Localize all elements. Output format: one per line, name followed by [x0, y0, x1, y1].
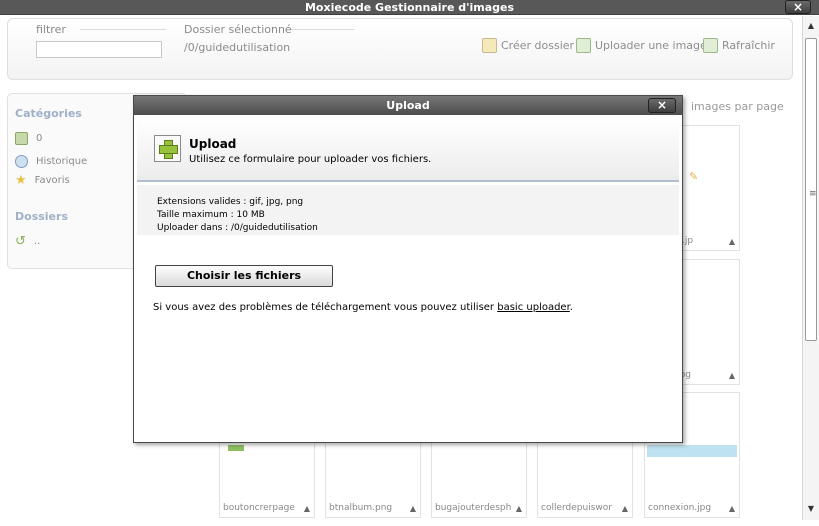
dialog-header-title: Upload	[189, 137, 237, 151]
categories-title: Catégories	[15, 107, 82, 120]
folder-item-parent[interactable]: ↺ ..	[15, 234, 40, 249]
upload-image-label: Uploader une image	[595, 39, 707, 52]
refresh-button[interactable]: Rafraîchir	[703, 38, 775, 53]
add-file-icon	[154, 135, 181, 162]
folder-label: Dossier sélectionné	[184, 23, 292, 36]
thumbnail-label: connexion.jpg	[648, 503, 712, 513]
history-icon	[15, 155, 28, 168]
thumbnail-menu-icon[interactable]: ▲	[516, 504, 522, 513]
problem-text: Si vous avez des problèmes de télécharge…	[153, 302, 573, 313]
thumbnail-menu-icon[interactable]: ▲	[729, 237, 735, 246]
edit-icon[interactable]: ✎	[689, 170, 698, 183]
thumbnail-menu-icon[interactable]: ▲	[729, 504, 735, 513]
thumbnail-image	[228, 445, 244, 451]
filter-label: filtrer	[36, 23, 66, 36]
problem-message: Si vous avez des problèmes de télécharge…	[153, 302, 495, 313]
folder-separator	[291, 29, 355, 30]
filter-separator	[80, 29, 166, 30]
folder-up-icon: ↺	[15, 234, 26, 249]
dialog-title: Upload	[386, 99, 430, 112]
window-title: Moxiecode Gestionnaire d'images	[304, 1, 515, 14]
window-close-button[interactable]: ×	[785, 0, 811, 14]
max-size: Taille maximum : 10 MB	[157, 210, 265, 220]
upload-image-button[interactable]: Uploader une image	[576, 38, 707, 53]
scroll-up-arrow-icon[interactable]: ▲	[803, 19, 819, 33]
vertical-scrollbar[interactable]: ▲ ≡ ▼	[802, 16, 819, 520]
dialog-close-button[interactable]: ×	[648, 98, 676, 113]
filter-input[interactable]	[36, 41, 162, 58]
scroll-down-arrow-icon[interactable]: ▼	[803, 502, 819, 516]
choose-files-button[interactable]: Choisir les fichiers	[155, 265, 333, 287]
upload-icon	[576, 38, 591, 53]
dialog-header-subtitle: Utilisez ce formulaire pour uploader vos…	[189, 154, 432, 165]
document-icon	[15, 132, 28, 145]
category-item-history[interactable]: Historique	[15, 155, 87, 168]
create-folder-label: Créer dossier	[501, 39, 575, 52]
thumbnail-label: collerdepuiswor	[541, 503, 612, 513]
refresh-icon	[703, 38, 718, 53]
problem-end: .	[569, 302, 573, 313]
basic-uploader-link[interactable]: basic uploader	[497, 302, 570, 313]
dialog-header: Upload Utilisez ce formulaire pour uploa…	[137, 118, 679, 182]
toolbar-panel: filtrer Dossier sélectionné /0/guideduti…	[7, 18, 793, 80]
folders-title: Dossiers	[15, 210, 68, 223]
category-label: Historique	[36, 156, 88, 167]
category-label: 0	[36, 133, 43, 144]
category-item-0[interactable]: 0	[15, 132, 42, 145]
star-icon: ★	[15, 173, 27, 188]
thumbnail-menu-icon[interactable]: ▲	[729, 371, 735, 380]
thumbnail-image	[647, 445, 737, 457]
thumbnail-menu-icon[interactable]: ▲	[304, 504, 310, 513]
window-titlebar: Moxiecode Gestionnaire d'images ×	[0, 0, 819, 15]
thumbnail-label: btnalbum.png	[329, 503, 393, 513]
folder-label: ..	[33, 236, 41, 247]
create-folder-button[interactable]: Créer dossier	[482, 38, 574, 53]
valid-extensions: Extensions valides : gif, jpg, png	[157, 197, 304, 207]
thumbnail-menu-icon[interactable]: ▲	[410, 504, 416, 513]
new-folder-icon	[482, 38, 497, 53]
thumbnail-menu-icon[interactable]: ▲	[622, 504, 628, 513]
thumbnail-label: boutoncrerpage	[223, 503, 295, 513]
upload-dialog: Upload × Upload Utilisez ce formulaire p…	[133, 95, 683, 443]
refresh-label: Rafraîchir	[722, 39, 775, 52]
upload-destination: Uploader dans : /0/guidedutilisation	[157, 223, 318, 233]
thumbnail-label: bugajouterdesph	[435, 503, 512, 513]
upload-info: Extensions valides : gif, jpg, png Taill…	[137, 185, 679, 235]
category-label: Favoris	[34, 175, 70, 186]
images-per-page-label: images par page	[691, 100, 784, 113]
grip-icon: ≡	[809, 189, 817, 199]
category-item-favorites[interactable]: ★ Favoris	[15, 173, 70, 188]
scrollbar-thumb[interactable]: ≡	[805, 38, 817, 341]
folder-path: /0/guidedutilisation	[184, 41, 291, 54]
dialog-titlebar: Upload ×	[134, 96, 682, 115]
